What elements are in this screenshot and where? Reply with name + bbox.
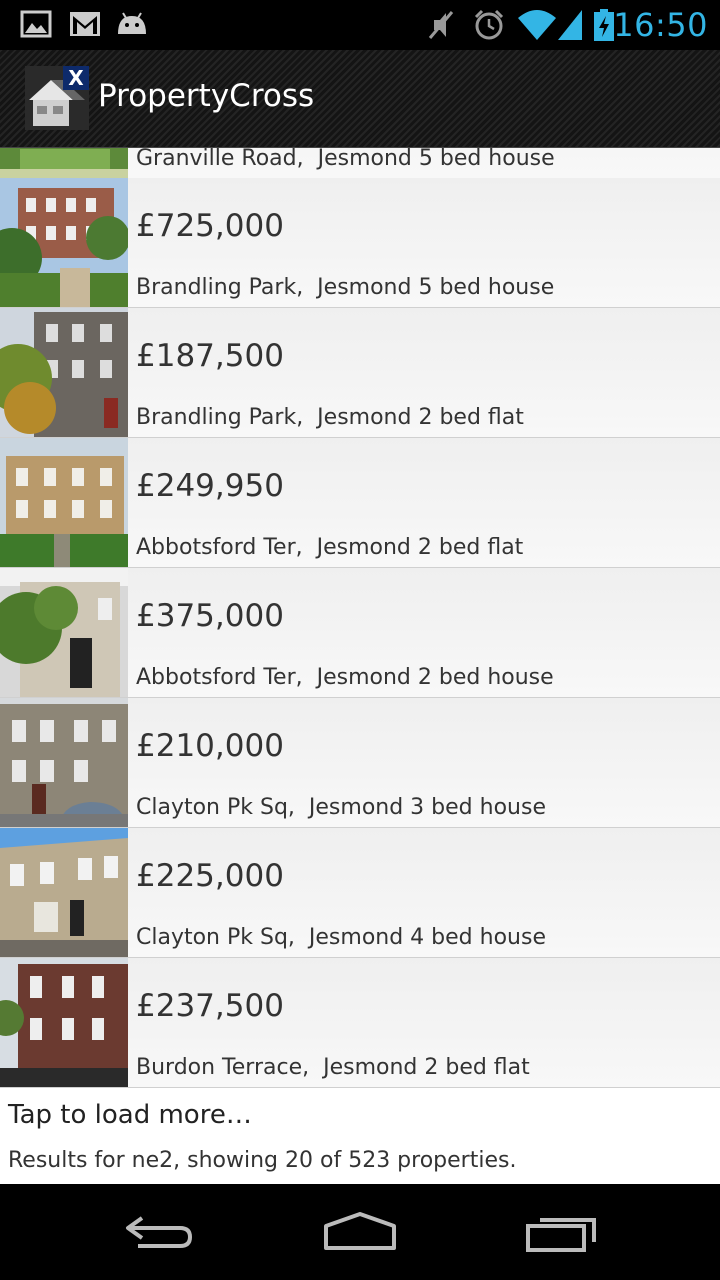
alarm-icon: [474, 9, 504, 40]
home-icon[interactable]: [320, 1208, 400, 1256]
list-item[interactable]: £237,500 Burdon Terrace, Jesmond 2 bed f…: [0, 958, 720, 1088]
property-price: £725,000: [136, 208, 284, 244]
gmail-icon: [70, 12, 100, 36]
recent-apps-icon[interactable]: [520, 1208, 600, 1256]
property-title: Clayton Pk Sq, Jesmond 3 bed house: [136, 795, 546, 820]
list-item[interactable]: £210,000 Clayton Pk Sq, Jesmond 3 bed ho…: [0, 698, 720, 828]
property-thumbnail: [0, 958, 128, 1087]
status-bar: 16:50: [0, 0, 720, 50]
back-icon[interactable]: [120, 1208, 200, 1256]
list-item[interactable]: £725,000 Brandling Park, Jesmond 5 bed h…: [0, 178, 720, 308]
property-title: Abbotsford Ter, Jesmond 2 bed flat: [136, 535, 524, 560]
results-list[interactable]: Granville Road, Jesmond 5 bed house £725…: [0, 148, 720, 1184]
property-price: £249,950: [136, 468, 284, 504]
property-title: Burdon Terrace, Jesmond 2 bed flat: [136, 1055, 530, 1080]
property-price: £187,500: [136, 338, 284, 374]
property-title: Clayton Pk Sq, Jesmond 4 bed house: [136, 925, 546, 950]
svg-text:X: X: [68, 66, 84, 90]
status-time: 16:50: [613, 6, 708, 44]
list-item[interactable]: £375,000 Abbotsford Ter, Jesmond 2 bed h…: [0, 568, 720, 698]
property-price: £237,500: [136, 988, 284, 1024]
property-title: Granville Road, Jesmond 5 bed house: [136, 148, 555, 171]
property-title: Brandling Park, Jesmond 5 bed house: [136, 275, 555, 300]
propertycross-logo-icon[interactable]: X: [25, 66, 89, 130]
property-thumbnail: [0, 698, 128, 827]
load-more-footer[interactable]: Tap to load more… Results for ne2, showi…: [0, 1088, 720, 1184]
mute-icon: [428, 11, 454, 39]
wifi-icon: [518, 10, 556, 40]
signal-icon: [558, 10, 582, 40]
property-thumbnail: [0, 828, 128, 957]
property-thumbnail: [0, 148, 128, 178]
action-bar: X PropertyCross: [0, 50, 720, 148]
app-title: PropertyCross: [98, 78, 315, 114]
navigation-bar: [0, 1184, 720, 1280]
list-item[interactable]: Granville Road, Jesmond 5 bed house: [0, 148, 720, 179]
property-price: £225,000: [136, 858, 284, 894]
list-item[interactable]: £249,950 Abbotsford Ter, Jesmond 2 bed f…: [0, 438, 720, 568]
property-title: Abbotsford Ter, Jesmond 2 bed house: [136, 665, 554, 690]
list-item[interactable]: £225,000 Clayton Pk Sq, Jesmond 4 bed ho…: [0, 828, 720, 958]
property-thumbnail: [0, 568, 128, 697]
load-more-label[interactable]: Tap to load more…: [8, 1100, 252, 1130]
property-thumbnail: [0, 438, 128, 567]
property-price: £375,000: [136, 598, 284, 634]
android-icon: [118, 12, 146, 34]
list-item[interactable]: £187,500 Brandling Park, Jesmond 2 bed f…: [0, 308, 720, 438]
picture-icon: [20, 10, 52, 38]
property-title: Brandling Park, Jesmond 2 bed flat: [136, 405, 524, 430]
results-status: Results for ne2, showing 20 of 523 prope…: [8, 1148, 517, 1173]
property-price: £210,000: [136, 728, 284, 764]
property-thumbnail: [0, 308, 128, 437]
property-thumbnail: [0, 178, 128, 307]
